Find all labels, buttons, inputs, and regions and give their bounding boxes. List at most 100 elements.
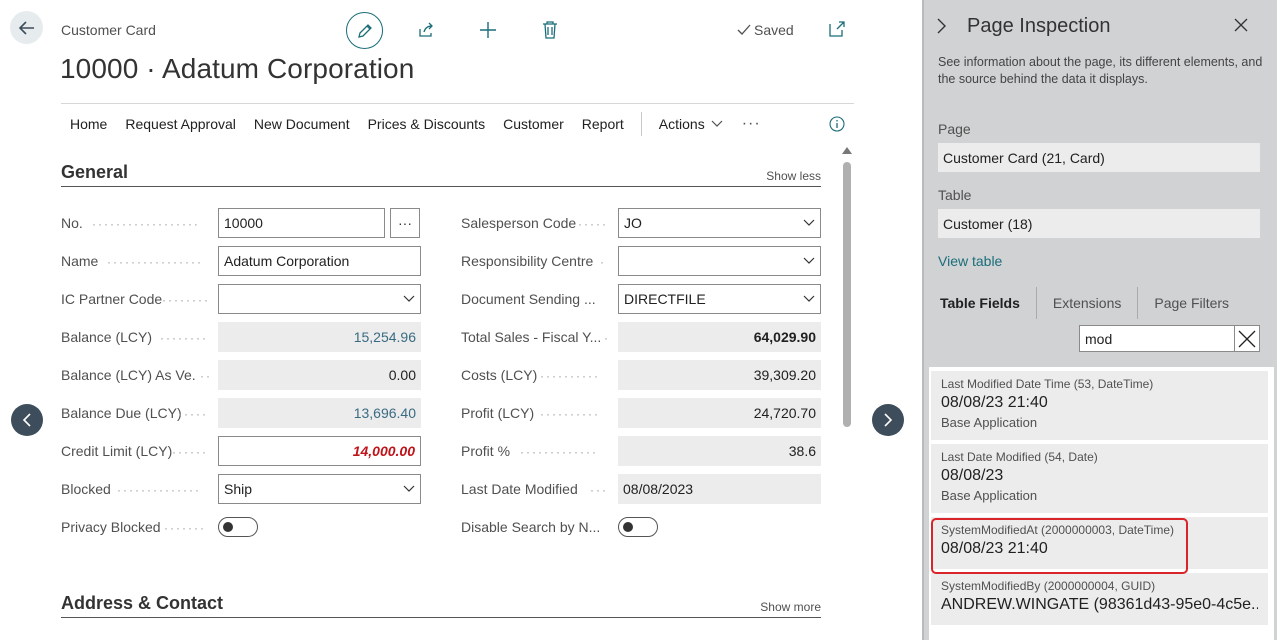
share-icon [419,22,433,37]
blocked-value: Ship [224,481,253,497]
edit-button[interactable] [346,12,383,49]
dot-leader: ····· [178,407,208,421]
tab-extensions[interactable]: Extensions [1037,286,1137,320]
page-title: 10000 · Adatum Corporation [60,53,415,84]
profit-lcy-value: 24,720.70 [618,398,821,428]
action-new-document[interactable]: New Document [245,116,359,132]
field-search-input[interactable]: mod [1079,325,1235,352]
action-report[interactable]: Report [573,116,633,132]
responsibility-centre-select[interactable] [618,246,821,276]
label-last-date-modified: Last Date Modified [461,481,578,497]
page-caption: Customer Card [61,22,156,38]
page-value: Customer Card (21, Card) [938,143,1260,172]
dot-leader: ······· [164,521,206,535]
profit-percent-value: 38.6 [618,436,821,466]
field-value: 08/08/23 [941,467,1004,484]
saved-label: Saved [754,22,794,38]
clear-search-button[interactable] [1234,325,1260,352]
no-input[interactable]: 10000 [218,208,385,238]
next-record-button[interactable] [872,404,904,436]
info-icon [829,116,845,132]
balance-due-lcy-value[interactable]: 13,696.40 [218,398,421,428]
general-section-header: General Show less [61,162,821,187]
list-item[interactable]: SystemModifiedBy (2000000004, GUID) ANDR… [931,573,1268,625]
action-request-approval[interactable]: Request Approval [116,116,245,132]
table-label: Table [938,187,972,203]
address-section-header: Address & Contact Show more [61,593,821,618]
document-sending-value: DIRECTFILE [624,291,706,307]
balance-lcy-value[interactable]: 15,254.96 [218,322,421,352]
credit-limit-input[interactable]: 14,000.00 [218,436,421,466]
dot-leader: ········ [160,331,208,345]
name-input[interactable]: Adatum Corporation [218,246,421,276]
info-button[interactable] [829,116,845,137]
dot-leader: · [604,331,610,345]
chevron-left-icon [22,413,31,427]
dot-leader: ·· [200,369,210,383]
dot-leader: ·········· [540,407,600,421]
label-document-sending: Document Sending ... [461,291,596,307]
chevron-down-icon [803,257,815,264]
field-heading: Last Date Modified (54, Date) [941,450,1098,464]
salesperson-code-select[interactable]: JO [618,208,821,238]
inspection-tabs: Table Fields Extensions Page Filters [924,286,1277,320]
tab-page-filters[interactable]: Page Filters [1138,286,1245,320]
disable-search-toggle[interactable] [618,517,658,537]
popout-button[interactable] [828,20,846,43]
arrow-left-icon [18,20,34,35]
document-sending-select[interactable]: DIRECTFILE [618,284,821,314]
action-separator [640,111,642,136]
section-title-address: Address & Contact [61,593,224,613]
scroll-up-arrow[interactable] [842,147,852,154]
no-assist-button[interactable]: ··· [390,208,420,238]
page-label: Page [938,121,971,137]
field-extension: Base Application [941,488,1038,503]
action-customer[interactable]: Customer [494,116,573,132]
dot-leader: ········ [162,293,208,307]
trash-icon [543,21,557,39]
dot-leader: ············· [520,445,598,459]
ic-partner-code-select[interactable] [218,284,421,314]
action-prices-discounts[interactable]: Prices & Discounts [359,116,494,132]
list-item[interactable]: Last Modified Date Time (53, DateTime) 0… [931,371,1268,440]
more-actions-button[interactable]: ··· [732,115,771,133]
table-value: Customer (18) [938,209,1260,238]
close-icon [1238,330,1256,347]
tab-table-fields[interactable]: Table Fields [924,286,1036,320]
field-heading: Last Modified Date Time (53, DateTime) [941,377,1154,391]
total-sales-fiscal-year-value: 64,029.90 [618,322,821,352]
view-table-link[interactable]: View table [938,253,1002,269]
costs-lcy-value: 39,309.20 [618,360,821,390]
collapse-pane-button[interactable] [936,17,948,40]
dot-leader: · [600,255,606,269]
share-button[interactable] [415,19,437,41]
show-more-link[interactable]: Show more [760,600,821,614]
close-pane-button[interactable] [1234,18,1248,37]
table-fields-list: Last Modified Date Time (53, DateTime) 0… [929,367,1274,640]
new-button[interactable] [477,19,499,41]
highlight-annotation [931,518,1188,574]
dot-leader: ······ [172,445,208,459]
dot-leader: ·················· [92,217,200,231]
blocked-select[interactable]: Ship [218,474,421,504]
delete-button[interactable] [539,19,561,41]
chevron-down-icon [803,295,815,302]
show-less-link[interactable]: Show less [766,169,821,183]
privacy-blocked-toggle[interactable] [218,517,258,537]
checkmark-icon [737,24,751,35]
list-item[interactable]: Last Date Modified (54, Date) 08/08/23 B… [931,444,1268,513]
scrollbar-thumb[interactable] [843,162,851,427]
action-home[interactable]: Home [61,116,116,132]
back-button[interactable] [10,11,43,44]
pencil-icon [357,23,372,38]
actions-menu[interactable]: Actions [650,116,732,132]
previous-record-button[interactable] [11,404,43,436]
pane-description: See information about the page, its diff… [938,55,1263,86]
pane-title: Page Inspection [967,15,1111,37]
chevron-down-icon [711,120,723,127]
action-bar: Home Request Approval New Document Price… [61,103,854,143]
dot-leader: ················ [107,255,203,269]
chevron-down-icon [403,485,415,492]
section-title-general: General [61,162,129,182]
field-value: ANDREW.WINGATE (98361d43-95e0-4c5e... [941,596,1258,613]
